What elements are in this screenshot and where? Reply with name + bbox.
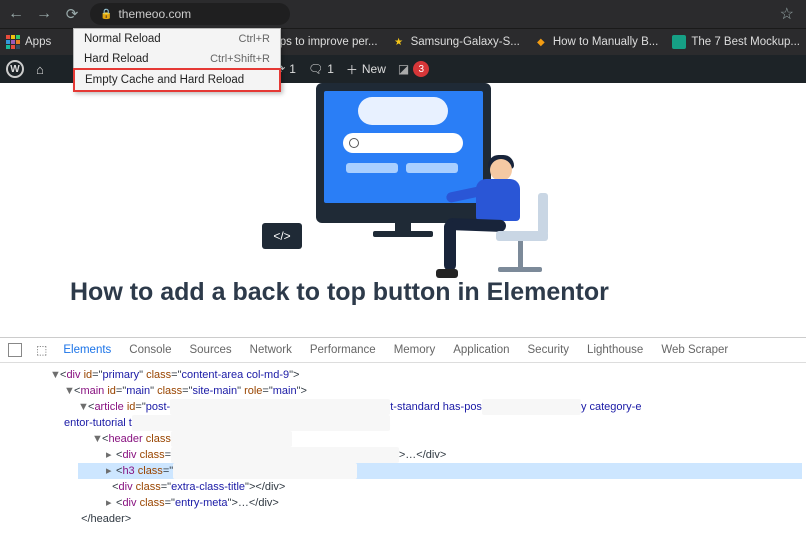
flag-icon: ◪ — [398, 62, 409, 76]
person-graphic — [430, 153, 560, 323]
ctx-normal-reload[interactable]: Normal Reload Ctrl+R — [74, 29, 280, 49]
dom-tree[interactable]: ▼<div id="primary" class="content-area c… — [0, 363, 806, 535]
apps-label: Apps — [25, 36, 51, 48]
apps-icon — [6, 35, 20, 49]
tab-application[interactable]: Application — [451, 342, 511, 358]
devtools-panel: ⬚ Elements Console Sources Network Perfo… — [0, 337, 806, 535]
device-toggle-icon[interactable]: ⬚ — [36, 343, 47, 357]
lock-icon: 🔒 — [100, 9, 112, 20]
site-icon — [672, 35, 686, 49]
url-text: themeoo.com — [118, 7, 191, 21]
bookmark-item[interactable]: The 7 Best Mockup... — [672, 35, 800, 49]
bookmark-item[interactable]: ★Samsung-Galaxy-S... — [392, 35, 520, 49]
reload-button[interactable]: ⟳ — [62, 5, 82, 23]
tab-performance[interactable]: Performance — [308, 342, 378, 358]
wp-site-link[interactable]: ⌂ — [36, 62, 44, 77]
tab-network[interactable]: Network — [248, 342, 294, 358]
tab-security[interactable]: Security — [526, 342, 572, 358]
browser-toolbar: ← → ⟳ 🔒 themeoo.com ☆ — [0, 0, 806, 28]
forward-button[interactable]: → — [34, 5, 54, 23]
wp-comments[interactable]: 🗨1 — [308, 62, 334, 76]
back-button[interactable]: ← — [6, 5, 26, 23]
bookmark-item[interactable]: ◆How to Manually B... — [534, 35, 658, 49]
wp-notif[interactable]: ◪3 — [398, 61, 429, 77]
address-bar[interactable]: 🔒 themeoo.com — [90, 3, 290, 25]
star-icon: ★ — [392, 35, 406, 49]
tab-memory[interactable]: Memory — [392, 342, 438, 358]
tab-sources[interactable]: Sources — [187, 342, 233, 358]
hero-illustration: </> — [0, 83, 806, 258]
reload-context-menu: Normal Reload Ctrl+R Hard Reload Ctrl+Sh… — [73, 28, 281, 92]
tab-console[interactable]: Console — [127, 342, 173, 358]
wp-new[interactable]: ＋New — [346, 61, 386, 78]
comment-icon: 🗨 — [308, 62, 323, 76]
wp-logo-icon[interactable]: W — [6, 60, 24, 78]
apps-button[interactable]: Apps — [6, 35, 51, 49]
devtools-tabs: ⬚ Elements Console Sources Network Perfo… — [0, 338, 806, 363]
bookmark-star-icon[interactable]: ☆ — [780, 4, 800, 24]
code-icon: </> — [262, 223, 302, 249]
site-icon: ◆ — [534, 35, 548, 49]
tab-webscraper[interactable]: Web Scraper — [659, 342, 730, 358]
ctx-hard-reload[interactable]: Hard Reload Ctrl+Shift+R — [74, 49, 280, 69]
tab-lighthouse[interactable]: Lighthouse — [585, 342, 645, 358]
plus-icon: ＋ — [346, 61, 358, 78]
ctx-empty-cache-hard-reload[interactable]: Empty Cache and Hard Reload — [73, 68, 281, 92]
tab-elements[interactable]: Elements — [61, 342, 113, 358]
element-picker-icon[interactable] — [8, 343, 22, 357]
page-title: How to add a back to top button in Eleme… — [0, 258, 806, 317]
